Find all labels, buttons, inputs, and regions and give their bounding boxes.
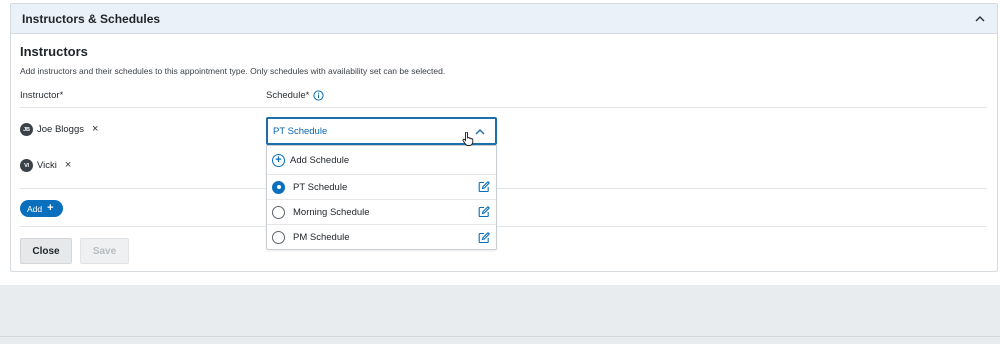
schedule-option-label: PT Schedule: [293, 181, 348, 193]
add-schedule-label: Add Schedule: [290, 154, 350, 166]
avatar: VI: [20, 159, 33, 172]
add-schedule-option[interactable]: + Add Schedule: [267, 146, 496, 175]
schedule-dropdown-menu: + Add Schedule PT Schedule Morning Sched…: [266, 145, 497, 250]
instructor-column-header: Instructor*: [20, 90, 63, 101]
instructor-column-label: Instructor*: [20, 90, 64, 101]
rows-divider: [20, 188, 987, 189]
radio-icon[interactable]: [272, 205, 285, 219]
info-icon[interactable]: [313, 90, 324, 101]
instructor-name: Joe Bloggs: [37, 124, 85, 135]
panel-title: Instructors & Schedules: [22, 11, 161, 26]
schedule-column-label: Schedule*: [266, 90, 310, 101]
add-instructor-button[interactable]: Add +: [20, 200, 63, 217]
schedule-option-morning[interactable]: Morning Schedule: [267, 200, 496, 225]
actions-divider: [20, 226, 987, 227]
edit-icon[interactable]: [478, 231, 490, 244]
schedule-option-pt[interactable]: PT Schedule: [267, 175, 496, 200]
chevron-up-icon: [475, 122, 485, 140]
section-title: Instructors: [20, 44, 88, 59]
section-description: Add instructors and their schedules to t…: [20, 66, 446, 76]
plus-icon: +: [47, 202, 54, 214]
remove-instructor-icon[interactable]: ×: [65, 160, 71, 171]
add-button-label: Add: [27, 203, 43, 214]
edit-icon[interactable]: [478, 181, 490, 193]
add-circle-icon: +: [272, 153, 285, 167]
schedule-option-label: PM Schedule: [293, 232, 350, 243]
close-button[interactable]: Close: [20, 238, 72, 264]
save-button[interactable]: Save: [80, 238, 129, 264]
panel-header[interactable]: Instructors & Schedules: [11, 4, 997, 34]
schedule-column-header: Schedule*: [266, 90, 324, 101]
avatar: JB: [20, 123, 33, 136]
schedule-option-pm[interactable]: PM Schedule: [267, 225, 496, 250]
remove-instructor-icon[interactable]: ×: [92, 124, 98, 135]
edit-icon[interactable]: [478, 206, 490, 218]
bottom-divider: [0, 336, 1000, 337]
radio-selected-icon[interactable]: [272, 180, 285, 194]
schedule-option-label: Morning Schedule: [293, 206, 370, 218]
schedule-select-value: PT Schedule: [273, 125, 328, 137]
header-divider: [20, 107, 987, 108]
instructor-name: Vicki: [37, 160, 57, 171]
chevron-up-icon[interactable]: [973, 12, 987, 26]
hand-pointer-cursor-icon: [462, 131, 474, 146]
radio-icon[interactable]: [272, 231, 285, 244]
instructor-row-vicki: VI Vicki ×: [20, 159, 71, 172]
instructor-row-joe-bloggs: JB Joe Bloggs ×: [20, 123, 98, 136]
instructors-schedules-panel: Instructors & Schedules Instructors Add …: [10, 3, 998, 272]
